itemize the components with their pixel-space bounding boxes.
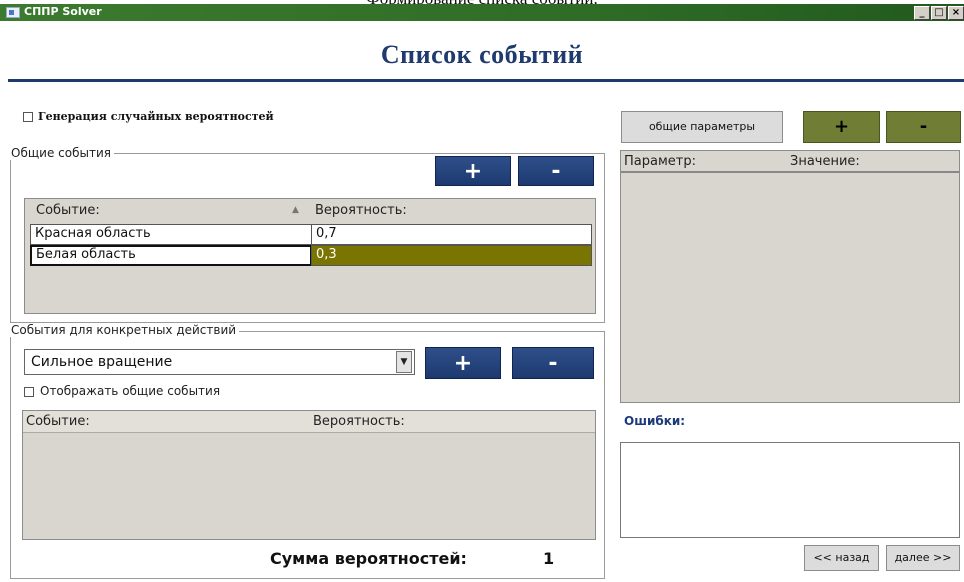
chevron-down-icon[interactable]: ▼ bbox=[396, 351, 412, 373]
probability-sum-value: 1 bbox=[543, 549, 555, 568]
window-title: СППР Solver bbox=[24, 5, 102, 18]
errors-textbox[interactable] bbox=[620, 442, 960, 538]
maximize-button[interactable]: □ bbox=[931, 6, 947, 20]
app-icon bbox=[6, 7, 20, 18]
page-title: Список событий bbox=[380, 40, 584, 69]
action-add-button[interactable]: + bbox=[425, 347, 501, 379]
parameter-remove-button[interactable]: - bbox=[886, 111, 961, 143]
window-titlebar: СППР Solver _ □ × bbox=[0, 4, 964, 21]
action-table-header bbox=[23, 411, 595, 433]
random-probabilities-label: Генерация случайных вероятностей bbox=[38, 110, 274, 123]
back-button[interactable]: << назад bbox=[804, 545, 879, 571]
next-button[interactable]: далее >> bbox=[886, 545, 960, 571]
column-header-parameter[interactable]: Параметр: bbox=[624, 154, 696, 169]
column-header-probability[interactable]: Вероятность: bbox=[313, 414, 405, 429]
column-header-event[interactable]: Событие: bbox=[26, 414, 90, 429]
sort-arrow-icon: ▲ bbox=[292, 205, 299, 215]
table-cell-probability-selected[interactable]: 0,3 bbox=[311, 245, 592, 266]
probability-sum-label: Сумма вероятностей: bbox=[270, 549, 467, 568]
general-remove-button[interactable]: - bbox=[518, 156, 594, 186]
general-add-button[interactable]: + bbox=[435, 156, 511, 186]
show-general-events-label: Отображать общие события bbox=[40, 384, 221, 398]
table-cell-probability[interactable]: 0,7 bbox=[311, 224, 592, 245]
random-probabilities-checkbox[interactable] bbox=[23, 112, 33, 122]
action-events-title: События для конкретных действий bbox=[8, 323, 240, 337]
heading-divider bbox=[8, 79, 964, 82]
action-remove-button[interactable]: - bbox=[512, 347, 594, 379]
column-header-probability[interactable]: Вероятность: bbox=[315, 203, 407, 218]
table-cell-event-selected[interactable]: Белая область bbox=[30, 245, 312, 266]
minimize-button[interactable]: _ bbox=[914, 6, 930, 20]
errors-label: Ошибки: bbox=[624, 414, 686, 428]
general-parameters-button[interactable]: общие параметры bbox=[621, 111, 783, 143]
close-button[interactable]: × bbox=[948, 6, 964, 20]
parameter-add-button[interactable]: + bbox=[803, 111, 880, 143]
table-cell-event[interactable]: Красная область bbox=[30, 224, 312, 245]
general-events-title: Общие события bbox=[8, 146, 114, 160]
show-general-events-checkbox[interactable] bbox=[24, 387, 34, 397]
action-select[interactable]: Сильное вращение bbox=[24, 349, 415, 375]
column-header-event[interactable]: Событие: bbox=[36, 203, 100, 218]
column-header-value[interactable]: Значение: bbox=[790, 154, 860, 169]
parameters-table bbox=[620, 150, 960, 403]
